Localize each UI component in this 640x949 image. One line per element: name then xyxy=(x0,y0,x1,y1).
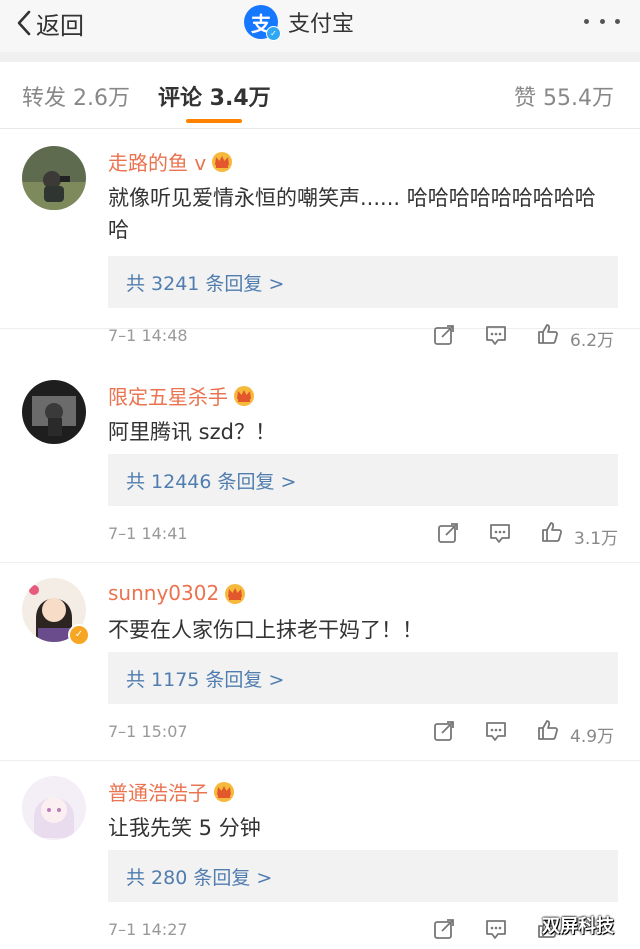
crown-badge-icon xyxy=(234,386,254,406)
like-thumb-icon[interactable] xyxy=(536,322,560,346)
tab-likes[interactable]: 赞 55.4万 xyxy=(514,80,614,112)
replies-label: 共 280 条回复 > xyxy=(126,867,273,889)
tab-repost[interactable]: 转发 2.6万 xyxy=(22,80,130,112)
more-dots-icon[interactable] xyxy=(584,10,620,32)
comment-text: 让我先笑 5 分钟 xyxy=(108,816,261,840)
username[interactable]: 走路的鱼 v xyxy=(108,147,206,176)
replies-button[interactable]: 共 12446 条回复 > xyxy=(108,454,618,506)
replies-button[interactable]: 共 280 条回复 > xyxy=(108,850,618,902)
repost-icon[interactable] xyxy=(436,521,460,545)
avatar[interactable] xyxy=(22,380,86,444)
comment-text: 不要在人家伤口上抹老干妈了！！ xyxy=(108,618,423,642)
repost-icon[interactable] xyxy=(432,917,456,941)
like-count: 4.9万 xyxy=(570,727,615,747)
comment-icon[interactable] xyxy=(488,521,512,545)
verified-badge-icon: ✓ xyxy=(266,26,281,41)
tab-bar: 转发 2.6万 评论 3.4万 赞 55.4万 xyxy=(0,62,640,129)
comment-time: 7–1 14:27 xyxy=(108,920,188,939)
comment-time: 7–1 14:48 xyxy=(108,326,188,345)
avatar[interactable] xyxy=(22,146,86,210)
replies-button[interactable]: 共 3241 条回复 > xyxy=(108,256,618,308)
verified-badge-icon: ✓ xyxy=(68,624,90,646)
alipay-logo-icon: 支 ✓ xyxy=(244,5,281,41)
username[interactable]: 普通浩浩子 xyxy=(108,777,208,806)
comment-item: 限定五星杀手 阿里腾讯 szd？！ 共 12446 条回复 > 7–1 14:4… xyxy=(0,364,640,563)
repost-icon[interactable] xyxy=(432,719,456,743)
crown-badge-icon xyxy=(225,584,246,604)
replies-button[interactable]: 共 1175 条回复 > xyxy=(108,652,618,704)
divider xyxy=(0,52,640,62)
tab-comments[interactable]: 评论 3.4万 xyxy=(158,80,271,112)
back-label: 返回 xyxy=(36,11,84,40)
comment-icon[interactable] xyxy=(484,719,508,743)
comment-text: 阿里腾讯 szd？！ xyxy=(108,420,276,444)
replies-label: 共 3241 条回复 > xyxy=(126,273,285,295)
active-tab-indicator xyxy=(186,119,242,123)
back-button[interactable]: 返回 xyxy=(14,6,84,40)
avatar[interactable] xyxy=(22,776,86,840)
like-thumb-icon[interactable] xyxy=(540,520,564,544)
username[interactable]: sunny0302 xyxy=(108,581,219,605)
title-text: 支付宝 xyxy=(288,12,355,37)
comment-icon[interactable] xyxy=(484,323,508,347)
back-chevron-icon xyxy=(17,10,31,36)
comment-icon[interactable] xyxy=(484,917,508,941)
username[interactable]: 限定五星杀手 xyxy=(108,381,228,410)
like-count: 6.2万 xyxy=(570,331,615,351)
page-title: 支 ✓ 支付宝 xyxy=(244,3,354,41)
comment-item: ✓ sunny0302 不要在人家伤口上抹老干妈了！！ 共 1175 条回复 >… xyxy=(0,562,640,761)
crown-badge-icon xyxy=(214,782,234,802)
watermark: 双屏科技 xyxy=(542,916,614,937)
comment-item: 走路的鱼 v 就像听见爱情永恒的嘲笑声...... 哈哈哈哈哈哈哈哈哈哈 共 3… xyxy=(0,130,640,351)
replies-label: 共 12446 条回复 > xyxy=(126,471,297,493)
top-navbar: 返回 支 ✓ 支付宝 xyxy=(0,0,640,52)
comment-time: 7–1 15:07 xyxy=(108,722,188,741)
comment-text: 就像听见爱情永恒的嘲笑声...... 哈哈哈哈哈哈哈哈哈哈 xyxy=(108,186,596,242)
like-count: 3.1万 xyxy=(574,529,619,549)
replies-label: 共 1175 条回复 > xyxy=(126,669,285,691)
comment-time: 7–1 14:41 xyxy=(108,524,188,543)
crown-badge-icon xyxy=(212,152,233,172)
like-thumb-icon[interactable] xyxy=(536,718,560,742)
repost-icon[interactable] xyxy=(432,323,456,347)
